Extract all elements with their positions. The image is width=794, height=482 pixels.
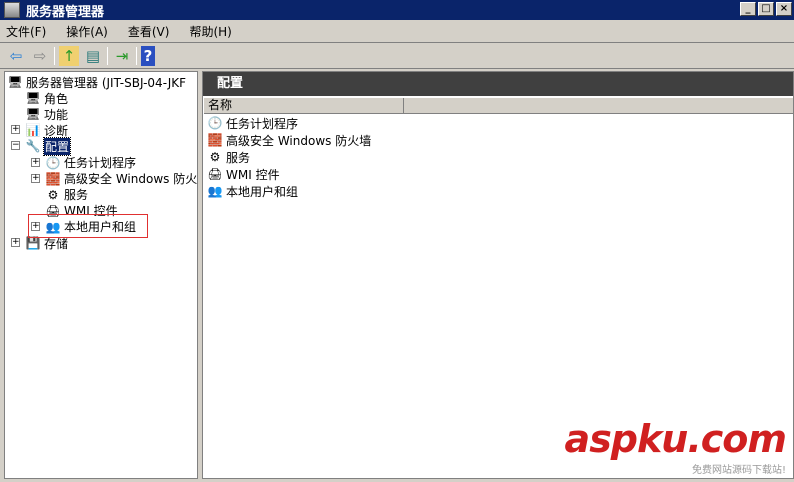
tree-item[interactable]: − 🔧 配置 <box>11 136 72 156</box>
menu-help[interactable]: 帮助(H) <box>189 23 231 40</box>
list-item[interactable]: 👥 本地用户和组 <box>207 183 299 199</box>
menu-action[interactable]: 操作(A) <box>66 23 108 40</box>
list-item[interactable]: 🕒 任务计划程序 <box>207 115 299 131</box>
export-list-icon[interactable]: ⇥ <box>112 46 132 66</box>
list-item-icon: ⚙ <box>209 150 221 164</box>
maximize-button[interactable]: □ <box>758 2 774 16</box>
toolbar-separator <box>136 47 137 65</box>
column-name[interactable]: 名称 <box>204 98 404 114</box>
title-bar: 服务器管理器 _ □ × <box>0 0 794 20</box>
tree-item-label: 任务计划程序 <box>64 156 137 170</box>
help-icon[interactable]: ? <box>141 46 155 66</box>
toolbar: ⇦ ⇨ ↑ ▤ ⇥ ? <box>0 44 794 69</box>
list-item-icon: 🕒 <box>207 116 223 130</box>
list-item[interactable]: 🖨 WMI 控件 <box>207 166 280 182</box>
list-item-label: 任务计划程序 <box>226 116 299 131</box>
tree-item-icon: 🧱 <box>45 171 61 186</box>
tree-item-label: 角色 <box>44 91 69 106</box>
forward-icon[interactable]: ⇨ <box>30 46 50 66</box>
tree-item-label: 服务 <box>64 188 89 203</box>
list-item-label: 服务 <box>226 150 251 165</box>
tree-item-label: 配置 <box>42 136 72 156</box>
expand-icon[interactable]: + <box>11 238 20 247</box>
tree-item-icon: 🖥 <box>25 107 41 122</box>
toolbar-separator <box>107 47 108 65</box>
tree-item-icon: 🕒 <box>45 155 61 170</box>
list-item-label: 高级安全 Windows 防火墙 <box>226 133 372 148</box>
menu-view[interactable]: 查看(V) <box>128 23 170 40</box>
expand-icon[interactable]: + <box>31 157 40 167</box>
tree-item-label: 功能 <box>44 107 69 122</box>
toolbar-separator <box>54 47 55 65</box>
tree-item[interactable]: 🖥 功能 <box>25 106 68 122</box>
tree-item-icon: 📊 <box>25 123 41 138</box>
back-icon[interactable]: ⇦ <box>6 46 26 66</box>
highlight-box <box>28 214 148 238</box>
up-folder-icon[interactable]: ↑ <box>59 46 79 66</box>
tree-item-icon: 🖥 <box>25 91 41 106</box>
tree-item-icon: 🖥 <box>7 75 23 89</box>
tree-item-icon: 🔧 <box>25 139 41 154</box>
show-hide-tree-icon[interactable]: ▤ <box>83 46 103 66</box>
list-item-icon: 👥 <box>207 184 223 198</box>
tree-item-label: 服务器管理器 (JIT-SBJ-04-JKF <box>26 75 187 90</box>
expand-icon[interactable]: + <box>31 173 40 183</box>
pane-title: 配置 <box>203 72 793 96</box>
tree-item[interactable]: + 🕒 任务计划程序 <box>31 155 137 171</box>
list-item-icon: 🖨 <box>207 167 223 181</box>
collapse-icon[interactable]: − <box>11 141 20 151</box>
window-title: 服务器管理器 <box>26 4 105 20</box>
list-item[interactable]: ⚙ 服务 <box>207 149 250 165</box>
column-header: 名称 <box>204 98 793 114</box>
tree-item[interactable]: ⚙ 服务 <box>45 187 88 203</box>
tree-item[interactable]: 🖥 服务器管理器 (JIT-SBJ-04-JKF <box>7 74 186 90</box>
tree-item[interactable]: + 📊 诊断 <box>11 122 69 138</box>
tree-item[interactable]: 🖥 角色 <box>25 90 68 106</box>
tree-item-icon: ⚙ <box>47 187 59 202</box>
tree-pane: 🖥 服务器管理器 (JIT-SBJ-04-JKF 🖥 角色 🖥 功能 + 📊 诊断 − 🔧 配置 + 🕒 任… <box>4 71 198 479</box>
tree-item-label: 高级安全 Windows 防火墙 <box>64 172 198 187</box>
expand-icon[interactable]: + <box>11 125 20 135</box>
tree-item-label: 诊断 <box>44 123 69 138</box>
minimize-button[interactable]: _ <box>740 2 756 16</box>
menu-bar: 文件(F) 操作(A) 查看(V) 帮助(H) <box>0 21 794 43</box>
list-item-label: WMI 控件 <box>226 167 280 182</box>
list-item[interactable]: 🧱 高级安全 Windows 防火墙 <box>207 132 372 148</box>
close-button[interactable]: × <box>776 2 792 16</box>
list-item-icon: 🧱 <box>207 133 223 147</box>
watermark-brand: aspku.com <box>564 417 787 461</box>
list-item-label: 本地用户和组 <box>226 184 299 199</box>
menu-file[interactable]: 文件(F) <box>6 23 46 40</box>
server-manager-icon <box>4 2 20 18</box>
watermark: aspku.com 免费网站源码下载站! <box>564 417 787 476</box>
watermark-tagline: 免费网站源码下载站! <box>691 465 786 476</box>
tree-item[interactable]: + 🧱 高级安全 Windows 防火墙 <box>31 171 198 187</box>
